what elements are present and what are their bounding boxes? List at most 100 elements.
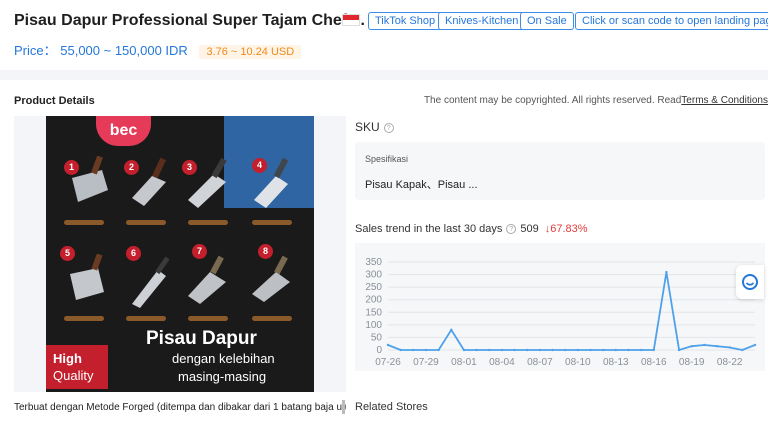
knife-number-badge: 7 (192, 244, 207, 259)
knife-stand (252, 316, 292, 321)
knife-image (70, 254, 104, 300)
sales-data-point[interactable] (627, 348, 630, 352)
sales-data-point[interactable] (639, 348, 643, 352)
copyright-text: The content may be copyrighted. All righ… (423, 95, 682, 106)
sales-data-point[interactable] (500, 348, 504, 352)
high-quality-badge: High Quality (46, 345, 108, 389)
tag-tiktok-shop[interactable]: TikTok Shop (368, 12, 443, 30)
sales-data-point[interactable] (437, 348, 440, 352)
knife-stand (252, 220, 292, 225)
spec-value[interactable]: Pisau Kapak、Pisau ... (365, 176, 478, 192)
sales-data-point[interactable] (412, 348, 415, 352)
x-tick-label: 08-01 (451, 357, 477, 368)
open-landing-page-button[interactable]: Click or scan code to open landing page (575, 12, 768, 30)
sales-data-point[interactable] (703, 343, 706, 347)
product-header: Pisau Dapur Professional Super Tajam Che… (0, 0, 768, 70)
y-tick-label: 250 (365, 282, 382, 293)
sales-data-point[interactable] (728, 346, 731, 349)
product-title[interactable]: Pisau Dapur Professional Super Tajam Che… (14, 12, 365, 30)
sales-data-point[interactable] (475, 348, 478, 352)
knife-stand (64, 220, 104, 225)
tag-category[interactable]: Knives-Kitchen (438, 12, 526, 30)
related-stores-title: Related Stores (355, 401, 428, 413)
sales-data-point[interactable] (551, 348, 554, 352)
section-title: Product Details (14, 95, 95, 107)
knife-number-badge: 2 (124, 160, 139, 175)
sales-data-point[interactable] (665, 270, 668, 274)
y-tick-label: 300 (365, 270, 382, 281)
sales-data-point[interactable] (424, 348, 428, 352)
product-image[interactable]: bec 1 2 3 4 5 6 7 8 Pisau Dapur dengan k… (46, 116, 314, 392)
description-scrollbar[interactable] (342, 400, 345, 414)
sales-data-point[interactable] (399, 348, 402, 352)
sales-data-point[interactable] (614, 348, 617, 352)
knife-number-badge: 3 (182, 160, 197, 175)
knife-stand (188, 316, 228, 321)
price-label: Price： (14, 43, 57, 58)
trend-label: Sales trend in the last 30 days (355, 223, 503, 235)
product-description: Terbuat dengan Metode Forged (ditempa da… (14, 402, 346, 413)
sku-text: SKU (355, 120, 380, 134)
knife-number-badge: 4 (252, 158, 267, 173)
y-tick-label: 100 (365, 320, 382, 331)
knife-image (188, 255, 226, 304)
brand-logo: bec (96, 116, 151, 146)
x-tick-label: 08-07 (527, 357, 553, 368)
sales-data-point[interactable] (386, 343, 390, 347)
sku-spec-box: Spesifikasi Pisau Kapak、Pisau ... (355, 142, 765, 200)
y-tick-label: 350 (365, 257, 382, 268)
sales-data-point[interactable] (652, 348, 655, 352)
help-icon[interactable]: ? (506, 224, 517, 234)
sales-data-point[interactable] (690, 345, 693, 348)
x-tick-label: 07-26 (375, 357, 401, 368)
x-tick-label: 08-04 (489, 357, 515, 368)
price-row: Price： 55,000 ~ 150,000 IDR 3.76 ~ 10.24… (14, 40, 302, 59)
sales-data-point[interactable] (576, 348, 580, 352)
y-tick-label: 50 (371, 332, 383, 343)
spec-label: Spesifikasi (365, 154, 409, 164)
help-icon[interactable]: ? (383, 123, 394, 133)
sales-data-point[interactable] (601, 348, 605, 352)
knife-number-badge: 1 (64, 160, 79, 175)
sales-data-point[interactable] (715, 345, 719, 348)
knife-stand (188, 220, 228, 225)
description-overflow (14, 418, 334, 422)
y-tick-label: 200 (365, 295, 382, 306)
sales-data-point[interactable] (589, 348, 592, 352)
tag-on-sale[interactable]: On Sale (520, 12, 574, 30)
trend-change: ↓67.83% (544, 223, 588, 235)
sales-data-point[interactable] (753, 343, 757, 347)
image-subtitle: dengan kelebihan (172, 351, 275, 366)
x-tick-label: 08-10 (565, 357, 591, 368)
sales-data-point[interactable] (526, 348, 529, 352)
trend-count: 509 (520, 223, 539, 235)
terms-link[interactable]: Terms & Conditions (681, 95, 768, 106)
sales-data-point[interactable] (563, 348, 567, 352)
image-headline: Pisau Dapur (146, 328, 257, 349)
sales-data-point[interactable] (513, 348, 516, 352)
knife-number-badge: 5 (60, 246, 75, 261)
sales-data-point[interactable] (677, 348, 681, 352)
badge-line: Quality (53, 368, 94, 383)
sales-data-point[interactable] (538, 348, 542, 352)
sales-series-line[interactable] (387, 271, 756, 352)
x-tick-label: 07-29 (413, 357, 439, 368)
sku-label: SKU? (355, 120, 394, 134)
sales-data-point[interactable] (488, 348, 491, 352)
badge-line: High (53, 351, 82, 366)
y-tick-label: 150 (365, 307, 382, 318)
sales-data-point[interactable] (462, 348, 466, 352)
price-usd-badge: 3.76 ~ 10.24 USD (199, 45, 302, 59)
knife-image (132, 256, 170, 308)
price-value: 55,000 ~ 150,000 IDR (60, 43, 188, 58)
chat-icon (742, 274, 758, 290)
sales-data-point[interactable] (450, 328, 453, 332)
knife-image (252, 255, 290, 302)
image-subtitle: masing-masing (178, 369, 267, 384)
product-details-card: Product Details The content may be copyr… (0, 80, 768, 422)
x-tick-label: 08-22 (717, 357, 743, 368)
chat-button[interactable] (736, 265, 764, 299)
sales-data-point[interactable] (741, 348, 744, 352)
sales-trend-svg: 0 50100 150200 250300 350 07-26 07-29 08-01 08-0… (365, 257, 757, 368)
knife-number-badge: 6 (126, 246, 141, 261)
